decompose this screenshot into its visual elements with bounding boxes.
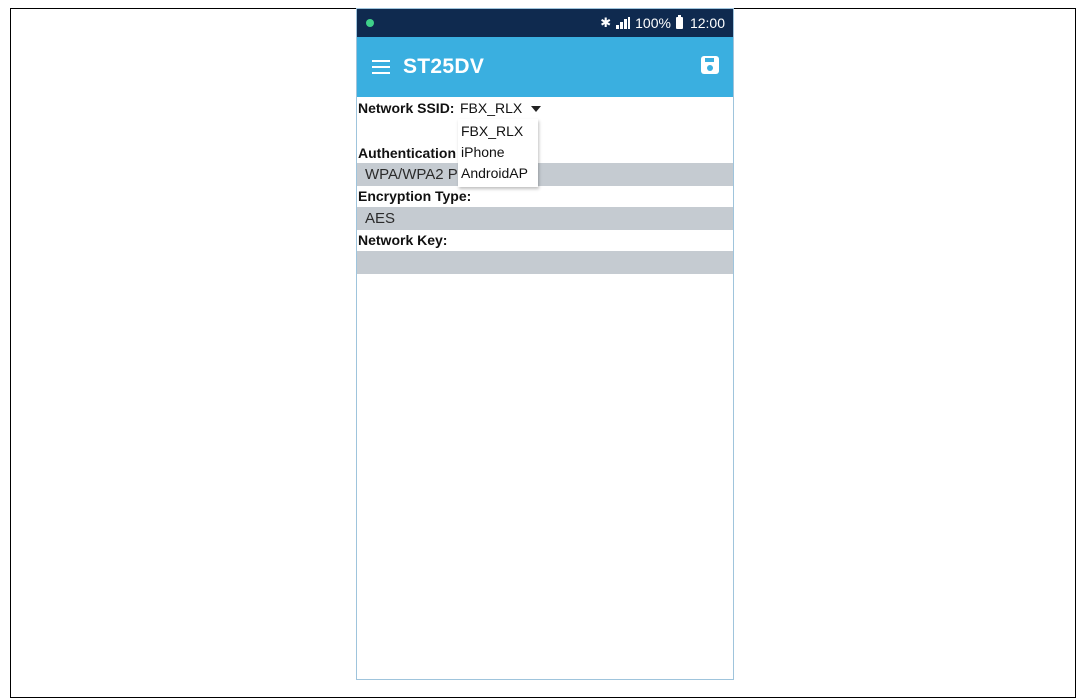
caret-down-icon (531, 106, 542, 113)
battery-icon (675, 15, 683, 29)
network-ssid-label: Network SSID: (358, 100, 455, 116)
app-title: ST25DV (403, 55, 485, 78)
bluetooth-icon: ✱ (600, 15, 612, 30)
save-icon[interactable] (701, 56, 719, 74)
status-time: 12:00 (689, 15, 725, 31)
network-ssid-selected: FBX_RLX (460, 100, 523, 116)
signal-icon (616, 17, 631, 29)
ssid-option[interactable]: AndroidAP (458, 163, 538, 184)
authentication-type-field[interactable]: WPA/WPA2 PSK (357, 163, 733, 186)
network-ssid-select[interactable]: FBX_RLX (460, 100, 542, 116)
ssid-option[interactable]: iPhone (458, 142, 538, 163)
battery-percent: 100% (635, 15, 671, 31)
ssid-dropdown-menu: FBX_RLX iPhone AndroidAP (458, 119, 538, 187)
encryption-type-label: Encryption Type: (358, 188, 472, 204)
network-key-label: Network Key: (358, 232, 448, 248)
phone-screen: ✱ 100% 12:00 ST25DV Network SSID: FBX_RL… (356, 8, 734, 680)
app-bar: ST25DV (357, 37, 733, 97)
network-key-field[interactable] (357, 251, 733, 274)
status-icons: ✱ 100% 12:00 (600, 15, 725, 31)
hamburger-menu-icon[interactable] (372, 60, 390, 74)
notification-dot-icon (366, 19, 374, 27)
ssid-option[interactable]: FBX_RLX (458, 121, 538, 142)
status-bar: ✱ 100% 12:00 (357, 9, 733, 37)
encryption-type-field[interactable]: AES (357, 207, 733, 230)
